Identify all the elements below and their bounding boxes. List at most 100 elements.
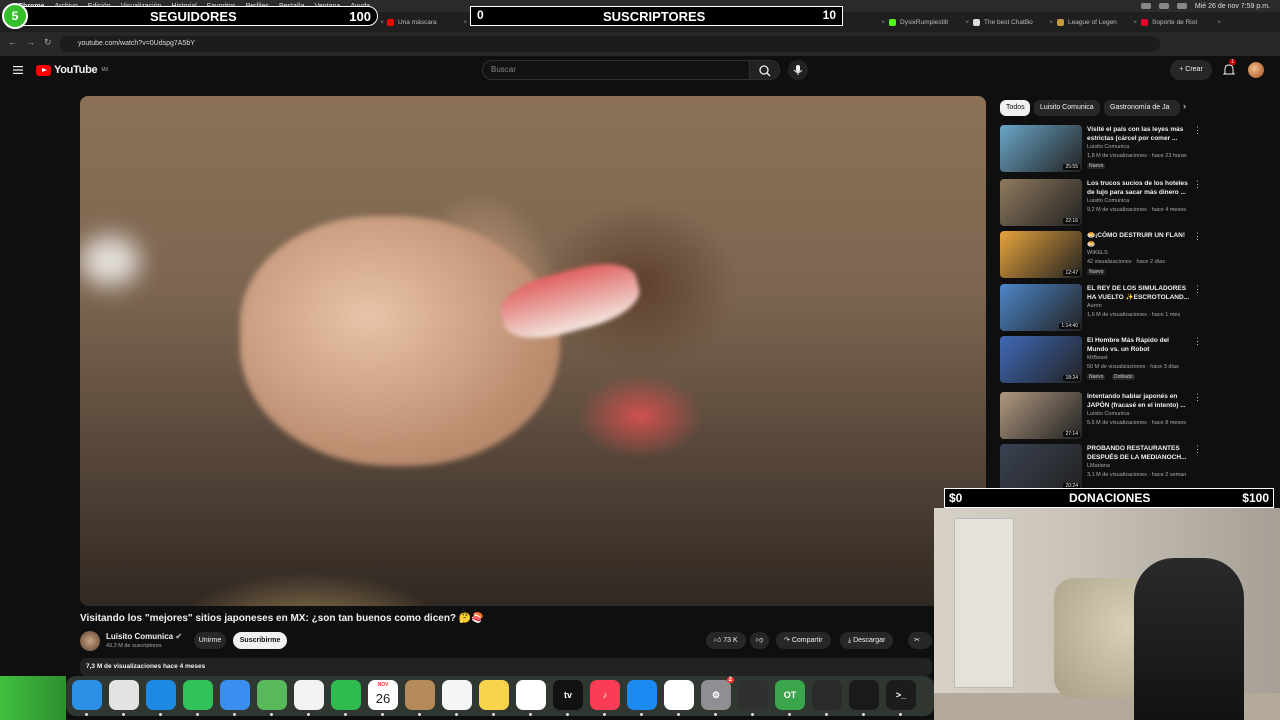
browser-tab[interactable]: The best ChatBo ×: [973, 15, 1053, 29]
browser-tab[interactable]: League of Legen ×: [1057, 15, 1137, 29]
messages-icon[interactable]: [183, 680, 213, 710]
tab-close-icon[interactable]: ×: [1133, 19, 1137, 26]
more-options-icon[interactable]: ⋮: [1193, 231, 1202, 242]
chrome-icon[interactable]: [664, 680, 694, 710]
recommended-video[interactable]: 22:16 Los trucos sucios de los hoteles de…: [1000, 179, 1206, 229]
create-button[interactable]: + Crear: [1170, 60, 1212, 80]
ot-icon[interactable]: OT: [775, 680, 805, 710]
forward-icon[interactable]: →: [26, 37, 35, 47]
video-thumbnail[interactable]: 27:14: [1000, 392, 1082, 439]
tab-close-icon[interactable]: ×: [463, 19, 467, 26]
tab-close-icon[interactable]: ×: [965, 19, 969, 26]
recommended-title[interactable]: Los trucos sucios de los hoteles de lujo…: [1087, 179, 1192, 197]
video-thumbnail[interactable]: 20:24: [1000, 444, 1082, 491]
video-thumbnail[interactable]: 12:47: [1000, 231, 1082, 278]
video-thumbnail[interactable]: 22:16: [1000, 179, 1082, 226]
voice-search-button[interactable]: [788, 60, 808, 80]
freeform-icon[interactable]: [516, 680, 546, 710]
more-options-icon[interactable]: ⋮: [1193, 284, 1202, 295]
recommended-channel[interactable]: Luisito Comunica: [1087, 144, 1129, 150]
appstore-icon[interactable]: [627, 680, 657, 710]
recommended-video[interactable]: 1:14:40 EL REY DE LOS SIMULADORES HA VUEL…: [1000, 284, 1206, 334]
recommended-title[interactable]: PROBANDO RESTAURANTES DESPUÉS DE LA MEDI…: [1087, 444, 1192, 462]
channel-name[interactable]: Luisito Comunica ✔: [106, 632, 182, 641]
download-button[interactable]: ⤓ Descargar: [840, 632, 894, 649]
subscribe-button[interactable]: Suscribirme: [233, 632, 287, 649]
video-player[interactable]: [80, 96, 986, 606]
back-icon[interactable]: ←: [8, 37, 17, 47]
finder-icon[interactable]: [72, 680, 102, 710]
search-icon[interactable]: [1176, 3, 1187, 9]
clip-button[interactable]: ✂: [908, 632, 932, 649]
more-options-icon[interactable]: ⋮: [1193, 179, 1202, 190]
reload-icon[interactable]: ↻: [44, 37, 52, 48]
tab-close-icon[interactable]: ×: [1217, 19, 1221, 26]
recommended-channel[interactable]: Auron: [1087, 303, 1102, 309]
browser-tab[interactable]: Soporte de Riot ×: [1141, 15, 1221, 29]
recommended-channel[interactable]: MrBeast: [1087, 355, 1107, 361]
recommended-video[interactable]: 25:55 Visité el país con las leyes más es…: [1000, 125, 1206, 175]
notifications-button[interactable]: 1: [1222, 59, 1236, 78]
video-thumbnail[interactable]: 1:14:40: [1000, 284, 1082, 331]
mail-icon[interactable]: [220, 680, 250, 710]
more-options-icon[interactable]: ⋮: [1193, 336, 1202, 347]
browser-tab[interactable]: Una máscara ×: [387, 15, 467, 29]
photos-icon[interactable]: [294, 680, 324, 710]
recommended-title[interactable]: Intentando hablar japonés en JAPÓN (frac…: [1087, 392, 1192, 410]
like-button[interactable]: 👍︎ 73 K: [706, 632, 746, 649]
settings-icon[interactable]: ⚙ 2: [701, 677, 734, 710]
wifi-icon[interactable]: [1158, 3, 1169, 9]
contacts-icon[interactable]: [405, 680, 435, 710]
more-options-icon[interactable]: ⋮: [1193, 125, 1202, 136]
video-description-meta[interactable]: 7,3 M de visualizaciones hace 4 meses: [80, 658, 932, 676]
youtube-logo[interactable]: YouTube MX: [36, 64, 109, 76]
url-field[interactable]: youtube.com/watch?v=0Udspg7A5bY: [60, 36, 1160, 52]
recommended-video[interactable]: 20:24 PROBANDO RESTAURANTES DESPUÉS DE LA…: [1000, 444, 1206, 494]
obs-icon[interactable]: [738, 680, 768, 710]
maps-icon[interactable]: [257, 680, 287, 710]
channel-avatar[interactable]: [80, 631, 100, 651]
filter-chip[interactable]: Luisito Comunica: [1034, 100, 1100, 116]
user-avatar[interactable]: [1248, 62, 1264, 78]
more-options-icon[interactable]: ⋮: [1193, 444, 1202, 455]
tab-close-icon[interactable]: ×: [380, 19, 384, 26]
calendar-icon[interactable]: NOV 26: [368, 680, 398, 710]
tab-close-icon[interactable]: ×: [881, 19, 885, 26]
reminders-icon[interactable]: [442, 680, 472, 710]
filter-chip[interactable]: Todos: [1000, 100, 1030, 116]
recommended-video[interactable]: 27:14 Intentando hablar japonés en JAPÓN …: [1000, 392, 1206, 442]
launchpad-icon[interactable]: [109, 680, 139, 710]
notes-icon[interactable]: [479, 680, 509, 710]
join-button[interactable]: Unirme: [194, 632, 226, 649]
filter-chip[interactable]: Gastronomía de Ja: [1104, 100, 1180, 116]
more-options-icon[interactable]: ⋮: [1193, 392, 1202, 403]
recommended-title[interactable]: El Hombre Más Rápido del Mundo vs. un Ro…: [1087, 336, 1192, 354]
appletv-icon[interactable]: tv: [553, 680, 583, 710]
recommended-video[interactable]: 18:24 El Hombre Más Rápido del Mundo vs. …: [1000, 336, 1206, 386]
chevron-right-icon[interactable]: ›: [1183, 101, 1186, 111]
recommended-channel[interactable]: LMariana: [1087, 463, 1110, 469]
safari-icon[interactable]: [146, 680, 176, 710]
video-thumbnail[interactable]: 18:24: [1000, 336, 1082, 383]
recommended-title[interactable]: EL REY DE LOS SIMULADORES HA VUELTO ✨ESC…: [1087, 284, 1192, 302]
hamburger-menu-icon[interactable]: [13, 66, 23, 74]
recommended-title[interactable]: 🍮¡CÓMO DESTRUIR UN FLAN! 🍮: [1087, 231, 1192, 249]
tab-close-icon[interactable]: ×: [1049, 19, 1053, 26]
recommended-channel[interactable]: WIKELS: [1087, 250, 1108, 256]
recommended-title[interactable]: Visité el país con las leyes más estrict…: [1087, 125, 1192, 143]
share-button[interactable]: ↷ Compartir: [776, 632, 831, 649]
davinci-icon[interactable]: [849, 680, 879, 710]
browser-tab[interactable]: DysixRumplestilt ×: [889, 15, 969, 29]
facetime-icon[interactable]: [331, 680, 361, 710]
recommended-channel[interactable]: Luisito Comunica: [1087, 198, 1129, 204]
battery-icon[interactable]: [1140, 3, 1151, 9]
search-button[interactable]: [750, 60, 780, 80]
menu-clock[interactable]: Mié 26 de nov 7:59 p.m.: [1195, 3, 1270, 10]
dislike-button[interactable]: 👎︎: [750, 632, 770, 649]
video-thumbnail[interactable]: 25:55: [1000, 125, 1082, 172]
recommended-video[interactable]: 12:47 🍮¡CÓMO DESTRUIR UN FLAN! 🍮 WIKELS 42 …: [1000, 231, 1206, 281]
terminal-icon[interactable]: >_: [886, 680, 916, 710]
recommended-channel[interactable]: Luisito Comunica: [1087, 411, 1129, 417]
finalcut-icon[interactable]: [812, 680, 842, 710]
search-input[interactable]: Buscar: [482, 60, 750, 80]
